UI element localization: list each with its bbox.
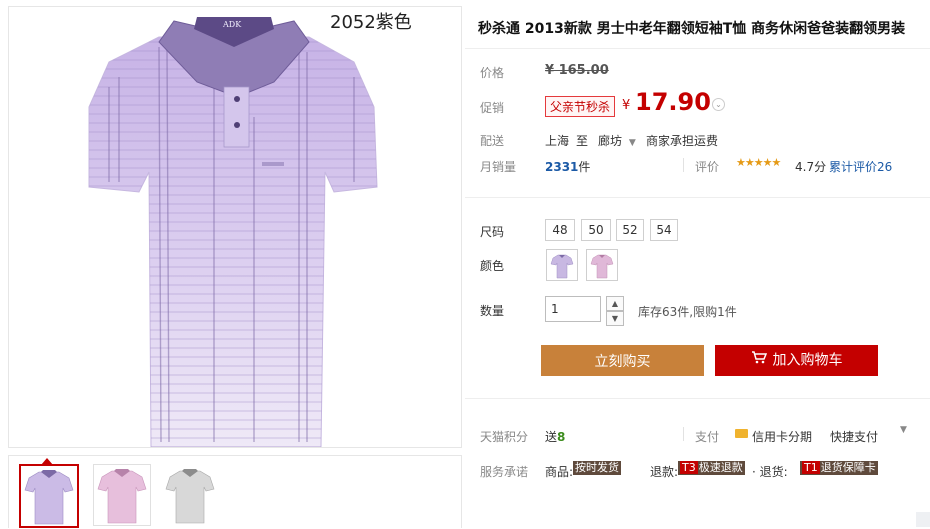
- monthly-sales-count: 2331件: [545, 158, 590, 175]
- credit-card-icon: [735, 429, 748, 438]
- divider: [683, 158, 684, 172]
- service-fast-refund-badge[interactable]: T3 极速退款: [678, 461, 745, 475]
- service-on-time-badge[interactable]: 按时发货: [573, 461, 621, 475]
- promo-currency: ¥: [622, 98, 631, 113]
- payment-label: 支付: [695, 430, 720, 444]
- corner-widget-icon[interactable]: [916, 512, 930, 527]
- original-price: ¥ 165.00: [545, 63, 609, 78]
- price-label: 价格: [480, 66, 505, 80]
- shipping-label: 配送: [480, 134, 505, 148]
- product-title: 秒杀通 2013新款 男士中老年翻领短袖T恤 商务休闲爸爸装翻领男装: [478, 21, 906, 37]
- promo-chevron-down-icon[interactable]: ⌄: [712, 98, 725, 111]
- thumbnail-purple[interactable]: [19, 458, 79, 528]
- ship-fee: 商家承担运费: [646, 134, 719, 148]
- divider: [683, 427, 684, 441]
- ship-destination: 廊坊: [598, 134, 623, 148]
- size-option-52[interactable]: 52: [616, 219, 644, 241]
- add-to-cart-label: 加入购物车: [772, 352, 843, 369]
- monthly-sales-label: 月销量: [480, 160, 517, 174]
- collar-logo: ADK: [222, 20, 242, 29]
- service-label: 服务承诺: [480, 465, 529, 479]
- ship-from: 上海: [545, 134, 570, 148]
- quantity-input[interactable]: [545, 296, 601, 322]
- sales-number: 2331: [545, 160, 579, 174]
- total-reviews-link[interactable]: 累计评价26: [829, 158, 892, 175]
- thumbnail-pink[interactable]: [93, 464, 151, 526]
- quantity-decrease-icon[interactable]: ▼: [606, 311, 624, 326]
- main-product-image[interactable]: ADK: [8, 6, 462, 448]
- stock-info: 库存63件,限购1件: [638, 305, 737, 319]
- color-swatch-pink[interactable]: [586, 249, 618, 281]
- service-return-badge[interactable]: T1 退货保障卡: [800, 461, 878, 475]
- rating-score: 4.7分: [795, 160, 827, 174]
- polo-shirt-image: ADK: [88, 17, 378, 447]
- chevron-down-icon: ▼: [628, 138, 636, 148]
- rating-stars-icon: ★★★★★: [736, 156, 781, 169]
- title-divider: [465, 48, 930, 49]
- ship-destination-select[interactable]: 廊坊 ▼: [598, 132, 636, 149]
- footer-divider: [465, 398, 930, 399]
- points-value: 8: [557, 430, 566, 444]
- thumbnail-grey[interactable]: [161, 464, 219, 526]
- service-return-prefix: · 退货:: [752, 465, 788, 479]
- chevron-down-icon[interactable]: ▼: [900, 425, 907, 435]
- service-return-text: 退货保障卡: [820, 461, 876, 474]
- quantity-label: 数量: [480, 304, 505, 318]
- size-option-50[interactable]: 50: [581, 219, 611, 241]
- sales-unit: 件: [578, 160, 591, 174]
- service-goods-prefix: 商品:: [545, 465, 574, 479]
- points-text: 送: [545, 430, 558, 444]
- ship-to-word: 至: [576, 134, 589, 148]
- size-option-48[interactable]: 48: [545, 219, 575, 241]
- quick-pay-option[interactable]: 快捷支付: [830, 428, 878, 445]
- service-return-code: T1: [802, 461, 820, 474]
- points-info: 送8: [545, 428, 565, 445]
- size-label: 尺码: [480, 225, 505, 239]
- selected-arrow-icon: [41, 458, 53, 465]
- service-refund-code: T3: [680, 461, 698, 474]
- service-refund-prefix: 退款:: [650, 465, 679, 479]
- review-label: 评价: [695, 160, 720, 174]
- image-color-caption: 2052紫色: [330, 12, 412, 33]
- promo-price: 17.90: [635, 88, 711, 116]
- thumbnail-strip: [8, 455, 462, 528]
- color-label: 颜色: [480, 259, 505, 273]
- size-option-54[interactable]: 54: [650, 219, 678, 241]
- cart-icon: [751, 345, 767, 376]
- buy-now-button[interactable]: 立刻购买: [541, 345, 704, 376]
- quantity-increase-icon[interactable]: ▲: [606, 296, 624, 311]
- points-label: 天猫积分: [480, 430, 529, 444]
- promo-tag: 父亲节秒杀: [545, 96, 616, 117]
- color-swatch-purple[interactable]: [546, 249, 578, 281]
- service-refund-text: 极速退款: [698, 461, 743, 474]
- add-to-cart-button[interactable]: 加入购物车: [715, 345, 878, 376]
- promo-label: 促销: [480, 101, 505, 115]
- installment-option[interactable]: 信用卡分期: [752, 428, 812, 445]
